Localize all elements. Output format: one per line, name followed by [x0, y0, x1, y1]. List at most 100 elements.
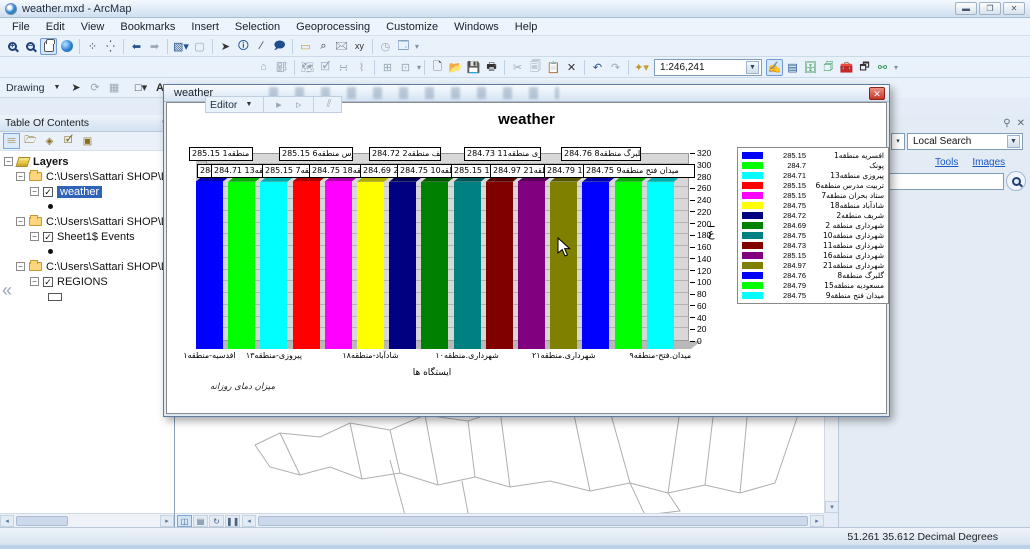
- topology-edit-icon[interactable]: 郾: [273, 59, 290, 76]
- toc-root-layers[interactable]: −Layers: [0, 154, 174, 169]
- toc-scroll-thumb[interactable]: [16, 516, 68, 526]
- expander-icon[interactable]: −: [16, 217, 25, 226]
- refresh-view-icon[interactable]: ↻: [209, 515, 224, 527]
- scroll-left-icon[interactable]: ◂: [242, 515, 256, 527]
- fixed-zoom-out-icon[interactable]: ⁛: [102, 38, 119, 55]
- map-horizontal-scrollbar[interactable]: ◫ ▤ ↻ ❚❚ ◂ ▸: [175, 513, 824, 527]
- chart-window[interactable]: weather ✕ weather 0204060801001201401601…: [163, 84, 890, 417]
- identify-icon[interactable]: 🛈: [235, 38, 252, 55]
- toc-group-0[interactable]: −C:\Users\Sattari SHOP\Deskt: [0, 169, 174, 184]
- fixed-zoom-in-icon[interactable]: ⁘: [84, 38, 101, 55]
- catalog-window-icon[interactable]: 🗄: [802, 59, 819, 76]
- menu-edit[interactable]: Edit: [38, 19, 73, 35]
- clear-selection-icon[interactable]: ▢: [191, 38, 208, 55]
- list-by-selection-icon[interactable]: 🗹: [60, 133, 77, 149]
- open-icon[interactable]: 📂: [447, 59, 464, 76]
- close-button[interactable]: ✕: [1003, 2, 1025, 15]
- map-hscroll-thumb[interactable]: [258, 516, 808, 526]
- zoom-out-icon[interactable]: −: [22, 38, 39, 55]
- select-features-icon[interactable]: ▧▾: [172, 38, 190, 55]
- toc-options-icon[interactable]: ▣: [79, 133, 96, 149]
- find-route-icon[interactable]: 🖂: [333, 38, 350, 55]
- expander-icon[interactable]: −: [16, 172, 25, 181]
- time-slider-icon[interactable]: ◷: [377, 38, 394, 55]
- measure-icon[interactable]: ∕: [253, 38, 270, 55]
- restore-button[interactable]: ❐: [979, 2, 1001, 15]
- menu-help[interactable]: Help: [507, 19, 546, 35]
- search-window-icon[interactable]: 🗇: [820, 59, 837, 76]
- layer-checkbox[interactable]: ✓: [43, 187, 53, 197]
- pan-icon[interactable]: [40, 38, 57, 55]
- straight-segment-icon[interactable]: ⫽: [320, 96, 337, 113]
- validate-topology-icon[interactable]: ⊡: [397, 59, 414, 76]
- search-link-tools[interactable]: Tools: [935, 157, 958, 168]
- edit-annotation-icon[interactable]: ▹: [290, 96, 307, 113]
- menu-file[interactable]: File: [4, 19, 38, 35]
- menu-view[interactable]: View: [73, 19, 113, 35]
- chart-close-button[interactable]: ✕: [869, 87, 885, 100]
- full-extent-globe-icon[interactable]: [58, 38, 75, 55]
- list-by-drawing-order-icon[interactable]: 𝄘: [3, 133, 20, 149]
- viewer-window-icon[interactable]: 🗔: [395, 38, 412, 55]
- generalize-icon[interactable]: ⌇: [353, 59, 370, 76]
- expander-icon[interactable]: −: [30, 232, 39, 241]
- search-mode-arrow-icon[interactable]: ▼: [1007, 135, 1020, 148]
- scale-combo-arrow-icon[interactable]: ▼: [746, 61, 759, 74]
- drawing-menu[interactable]: Drawing: [4, 82, 47, 94]
- list-by-source-icon[interactable]: 🗁: [22, 133, 39, 149]
- expander-icon[interactable]: −: [16, 262, 25, 271]
- model-builder-icon[interactable]: ⚯: [874, 59, 891, 76]
- toc-layer-sheet1-events[interactable]: −✓ Sheet1$ Events: [0, 229, 174, 244]
- save-icon[interactable]: 💾: [465, 59, 482, 76]
- layer-checkbox[interactable]: ✓: [43, 232, 53, 242]
- topology-overflow-grip[interactable]: ▾: [417, 63, 420, 72]
- editor-menu[interactable]: Editor: [210, 99, 237, 111]
- map-topology-icon[interactable]: ⌂: [255, 59, 272, 76]
- cut-icon[interactable]: ✂: [509, 59, 526, 76]
- snap-grid-icon[interactable]: ▦: [106, 79, 123, 96]
- expander-icon[interactable]: −: [4, 157, 13, 166]
- layer-name[interactable]: REGIONS: [57, 276, 108, 288]
- menu-bookmarks[interactable]: Bookmarks: [112, 19, 183, 35]
- go-to-xy-icon[interactable]: xy: [351, 38, 368, 55]
- pause-drawing-icon[interactable]: ❚❚: [225, 515, 240, 527]
- search-mode-combo[interactable]: Local Search ▼: [907, 133, 1023, 150]
- back-extent-icon[interactable]: ⬅: [128, 38, 145, 55]
- menu-customize[interactable]: Customize: [378, 19, 446, 35]
- toolbar-overflow-grip[interactable]: ▾: [415, 42, 418, 51]
- search-link-images[interactable]: Images: [972, 157, 1005, 168]
- forward-extent-icon[interactable]: ➡: [146, 38, 163, 55]
- standard-overflow-grip[interactable]: ▾: [894, 63, 897, 72]
- edit-tool-icon[interactable]: ▸: [270, 96, 287, 113]
- toc-horizontal-scrollbar[interactable]: ◂ ▸: [0, 513, 174, 527]
- rotate-icon[interactable]: ⟳: [87, 79, 104, 96]
- arctoolbox-icon[interactable]: 🧰: [838, 59, 855, 76]
- list-by-visibility-icon[interactable]: ◈: [41, 133, 58, 149]
- scroll-right-icon[interactable]: ▸: [160, 515, 174, 527]
- scroll-left-icon[interactable]: ◂: [0, 515, 14, 527]
- toc-group-1[interactable]: −C:\Users\Sattari SHOP\Deskt: [0, 214, 174, 229]
- reshape-edge-icon[interactable]: 🗹: [317, 59, 334, 76]
- split-icon[interactable]: ∺: [335, 59, 352, 76]
- collapse-panel-icon[interactable]: «: [2, 280, 12, 301]
- toc-group-2[interactable]: −C:\Users\Sattari SHOP\Deskt: [0, 259, 174, 274]
- html-popup-icon[interactable]: 🗩: [271, 38, 288, 55]
- ruler-icon[interactable]: ▭: [297, 38, 314, 55]
- layer-name[interactable]: weather: [57, 186, 102, 198]
- toc-layer-regions[interactable]: −✓REGIONS: [0, 274, 174, 289]
- undo-icon[interactable]: ↶: [589, 59, 606, 76]
- search-go-button[interactable]: [1006, 171, 1026, 191]
- menu-selection[interactable]: Selection: [227, 19, 288, 35]
- editor-toolbar-toggle-icon[interactable]: ✍: [766, 59, 783, 76]
- layout-view-icon[interactable]: ▤: [193, 515, 208, 527]
- add-data-icon[interactable]: ✦▾: [633, 59, 650, 76]
- delete-icon[interactable]: ✕: [563, 59, 580, 76]
- search-scope-combo-stub[interactable]: [891, 133, 905, 150]
- rectangle-tool-icon[interactable]: □▾: [133, 79, 150, 96]
- layer-name[interactable]: Sheet1$ Events: [57, 231, 135, 243]
- minimize-button[interactable]: ▬: [955, 2, 977, 15]
- toc-layer-weather[interactable]: −✓weather: [0, 184, 174, 199]
- redo-icon[interactable]: ↷: [607, 59, 624, 76]
- python-window-icon[interactable]: 🗗: [856, 59, 873, 76]
- modify-edge-icon[interactable]: 🗺: [299, 59, 316, 76]
